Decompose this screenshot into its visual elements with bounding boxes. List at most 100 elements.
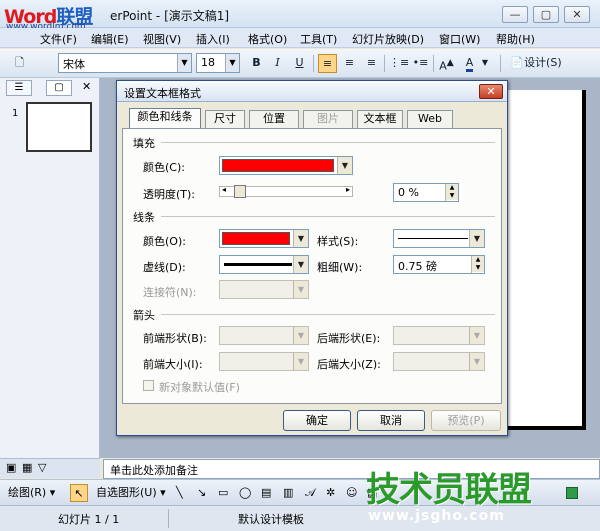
line-color-label: 颜色(O): bbox=[143, 235, 186, 248]
chevron-down-icon: ▼ bbox=[293, 281, 308, 298]
spin-buttons[interactable]: ▲ ▼ bbox=[445, 184, 458, 201]
close-window-button[interactable]: ✕ bbox=[564, 6, 590, 23]
chevron-down-icon[interactable]: ▼ bbox=[469, 230, 484, 247]
chevron-down-icon[interactable]: ▼ bbox=[177, 54, 191, 72]
rectangle-tool-icon[interactable]: ▭ bbox=[218, 484, 228, 502]
menu-file[interactable]: 文件(F) bbox=[40, 31, 77, 47]
fill-color-picker[interactable]: ▼ bbox=[219, 156, 353, 175]
end-style-picker: ▼ bbox=[393, 326, 485, 345]
chevron-down-icon[interactable]: ▼ bbox=[293, 230, 308, 247]
font-size-value: 18 bbox=[201, 56, 215, 69]
fill-color-swatch bbox=[222, 159, 334, 172]
cancel-button[interactable]: 取消 bbox=[357, 410, 425, 431]
numbering-icon[interactable]: ⋮≡ bbox=[389, 54, 409, 73]
menu-tools[interactable]: 工具(T) bbox=[300, 31, 337, 47]
normal-view-icon[interactable]: ▣ bbox=[6, 461, 16, 474]
new-document-icon[interactable]: 🗋 bbox=[10, 54, 29, 73]
slideshow-view-icon[interactable]: ▽ bbox=[38, 461, 46, 474]
begin-size-label: 前端大小(I): bbox=[143, 358, 203, 371]
spin-buttons[interactable]: ▲ ▼ bbox=[471, 256, 484, 273]
minimize-button[interactable]: — bbox=[502, 6, 528, 23]
line-color-swatch bbox=[222, 232, 290, 245]
menu-edit[interactable]: 编辑(E) bbox=[91, 31, 129, 47]
section-divider bbox=[161, 142, 495, 143]
align-center-icon[interactable]: ≡ bbox=[340, 54, 359, 73]
view-buttons-bar: ▣ ▦ ▽ bbox=[0, 458, 100, 478]
chevron-down-icon[interactable]: ▼ bbox=[337, 157, 352, 174]
slider-right-arrow-icon[interactable]: ▸ bbox=[346, 185, 350, 194]
select-pointer-icon[interactable]: ↖ bbox=[70, 484, 88, 502]
maximize-button[interactable]: ▢ bbox=[533, 6, 559, 23]
end-size-label: 后端大小(Z): bbox=[317, 358, 381, 371]
arrow-tool-icon[interactable]: ↘ bbox=[197, 484, 206, 502]
tab-position[interactable]: 位置 bbox=[249, 110, 299, 128]
toolbar-separator bbox=[313, 55, 314, 72]
slide-canvas[interactable] bbox=[506, 90, 586, 430]
chevron-down-icon: ▼ bbox=[293, 353, 308, 370]
underline-button[interactable]: U bbox=[290, 54, 309, 73]
tab-textbox[interactable]: 文本框 bbox=[357, 110, 403, 128]
menu-help[interactable]: 帮助(H) bbox=[496, 31, 535, 47]
transparency-label: 透明度(T): bbox=[143, 188, 196, 201]
tab-web[interactable]: Web bbox=[407, 110, 453, 128]
line-section-title: 线条 bbox=[133, 211, 155, 224]
increase-font-icon[interactable]: A▲ bbox=[437, 54, 456, 73]
fill-color-label: 颜色(C): bbox=[143, 161, 185, 174]
template-name: 默认设计模板 bbox=[238, 513, 304, 526]
draw-menu-button[interactable]: 绘图(R) ▾ bbox=[8, 484, 55, 502]
oval-tool-icon[interactable]: ◯ bbox=[239, 484, 251, 502]
transparency-slider[interactable]: ◂ ▸ bbox=[219, 185, 353, 198]
wordart-icon[interactable]: 𝒜 bbox=[305, 484, 315, 502]
menu-bar: 文件(F) 编辑(E) 视图(V) 插入(I) 格式(O) 工具(T) 幻灯片放… bbox=[0, 28, 600, 48]
tab-size[interactable]: 尺寸 bbox=[205, 110, 245, 128]
menu-view[interactable]: 视图(V) bbox=[143, 31, 181, 47]
menu-insert[interactable]: 插入(I) bbox=[196, 31, 230, 47]
autoshapes-button[interactable]: 自选图形(U) ▾ bbox=[96, 484, 166, 502]
tab-picture: 图片 bbox=[303, 110, 353, 128]
dialog-close-button[interactable]: ✕ bbox=[479, 84, 503, 99]
chevron-down-icon[interactable]: ▼ bbox=[293, 256, 308, 273]
dash-sample bbox=[224, 263, 292, 266]
dash-picker[interactable]: ▼ bbox=[219, 255, 309, 274]
outline-tab[interactable]: ☰ bbox=[6, 80, 32, 96]
transparency-input[interactable]: 0 % ▲ ▼ bbox=[393, 183, 459, 202]
bullets-icon[interactable]: •≡ bbox=[411, 54, 430, 73]
align-right-icon[interactable]: ≡ bbox=[362, 54, 381, 73]
chevron-down-icon[interactable]: ▼ bbox=[480, 54, 490, 73]
line-tool-icon[interactable]: ╲ bbox=[176, 484, 183, 502]
textbox-tool-icon[interactable]: ▤ bbox=[261, 484, 271, 502]
line-style-picker[interactable]: ▼ bbox=[393, 229, 485, 248]
slider-thumb[interactable] bbox=[234, 185, 246, 198]
font-name-combo[interactable]: 宋体 ▼ bbox=[58, 53, 192, 73]
menu-window[interactable]: 窗口(W) bbox=[439, 31, 480, 47]
menu-format[interactable]: 格式(O) bbox=[248, 31, 287, 47]
diagram-icon[interactable]: ✲ bbox=[326, 484, 335, 502]
default-checkbox-label: 新对象默认值(F) bbox=[159, 381, 240, 394]
line-color-picker[interactable]: ▼ bbox=[219, 229, 309, 248]
font-color-icon[interactable]: A bbox=[460, 54, 479, 73]
toolbar-separator bbox=[384, 55, 385, 72]
ok-button[interactable]: 确定 bbox=[283, 410, 351, 431]
slide-counter: 幻灯片 1 / 1 bbox=[58, 513, 120, 526]
vertical-textbox-icon[interactable]: ▥ bbox=[283, 484, 293, 502]
slide-thumbnail[interactable] bbox=[26, 102, 92, 152]
fill-section-title: 填充 bbox=[133, 137, 155, 150]
tab-colors-lines[interactable]: 颜色和线条 bbox=[129, 108, 201, 129]
slides-pane: ☰ ▢ ✕ 1 bbox=[0, 78, 100, 458]
line-weight-label: 粗细(W): bbox=[317, 261, 363, 274]
sorter-view-icon[interactable]: ▦ bbox=[22, 461, 32, 474]
align-left-icon[interactable]: ≡ bbox=[318, 54, 337, 73]
italic-button[interactable]: I bbox=[268, 54, 287, 73]
design-button[interactable]: 📄设计(S) bbox=[505, 54, 567, 73]
bold-button[interactable]: B bbox=[247, 54, 266, 73]
3d-icon[interactable] bbox=[566, 487, 578, 499]
clipart-icon[interactable]: ☺ bbox=[346, 484, 357, 502]
chevron-down-icon[interactable]: ▼ bbox=[225, 54, 239, 72]
font-size-combo[interactable]: 18 ▼ bbox=[196, 53, 240, 73]
slider-left-arrow-icon[interactable]: ◂ bbox=[222, 185, 226, 194]
toolbar-separator bbox=[500, 55, 501, 72]
line-weight-input[interactable]: 0.75 磅 ▲ ▼ bbox=[393, 255, 485, 274]
menu-slideshow[interactable]: 幻灯片放映(D) bbox=[352, 31, 424, 47]
close-pane-icon[interactable]: ✕ bbox=[82, 80, 91, 93]
slides-tab[interactable]: ▢ bbox=[46, 80, 72, 96]
